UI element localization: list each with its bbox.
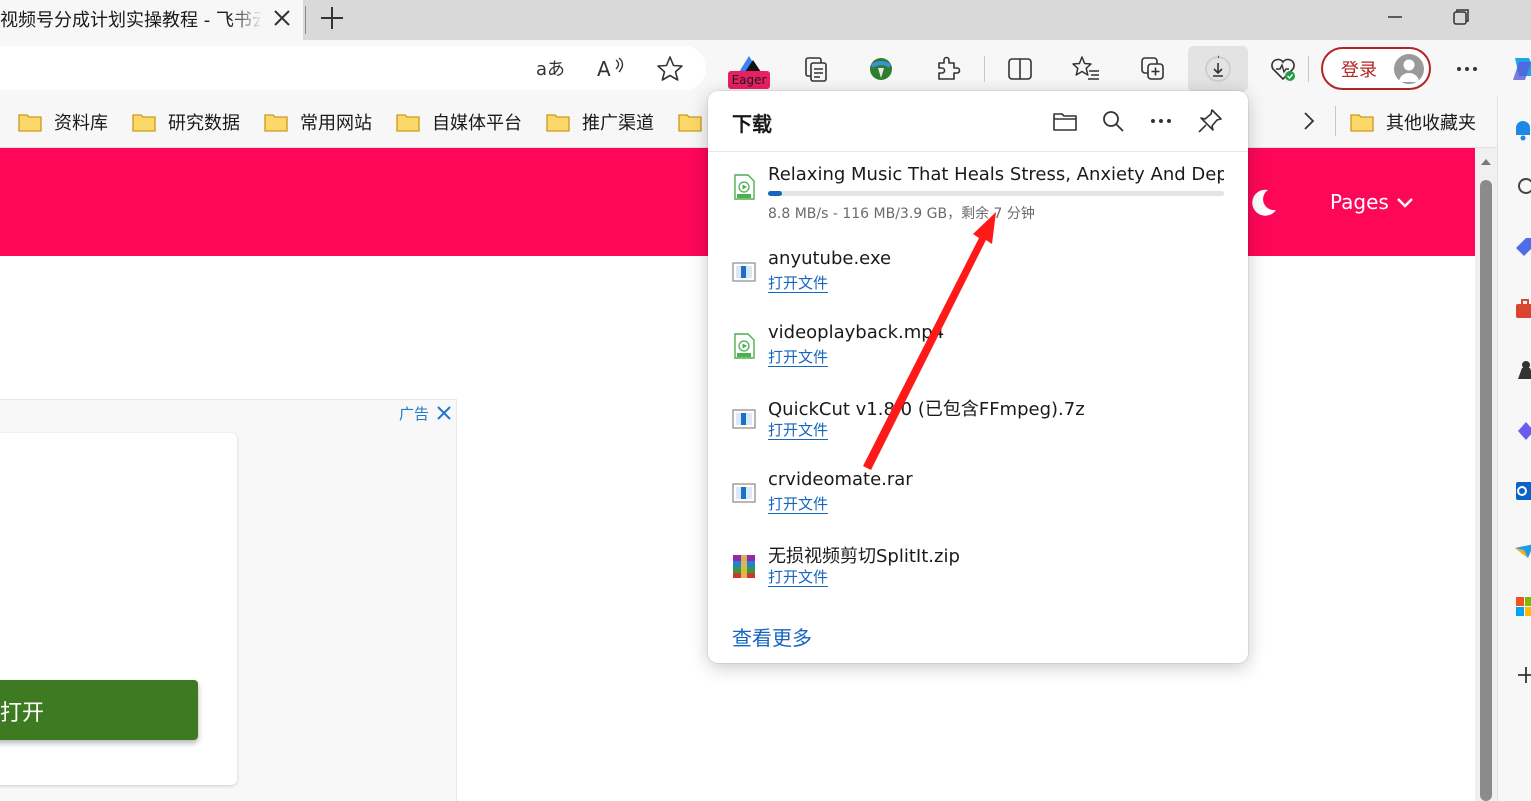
toolbar-divider [984,56,985,82]
read-aloud-translate-icon[interactable]: aあ [535,54,565,84]
minimize-icon[interactable] [1384,6,1406,28]
folder-icon [678,114,702,132]
toolbar-divider [1308,56,1309,82]
nav-pages[interactable]: Pages [1330,190,1389,214]
search-icon[interactable] [1099,107,1127,135]
tools-icon[interactable] [1512,296,1531,322]
bookmark-label: 资料库 [54,113,108,134]
windows-apps-icon[interactable] [1512,594,1531,620]
tab-title: 视频号分成计划实操教程 - 飞书云文档 [0,10,262,31]
search-icon[interactable] [1512,175,1531,201]
close-icon[interactable] [270,6,294,30]
open-file-link[interactable]: 打开文件 [768,421,829,440]
more-options-icon[interactable] [1147,107,1175,135]
video-file-icon [734,333,755,359]
microsoft-365-icon[interactable] [1512,418,1531,444]
avatar[interactable] [1394,54,1424,84]
open-file-link[interactable]: 打开文件 [768,495,829,514]
user-icon [1399,59,1419,82]
edge-sidebar [1497,96,1531,801]
download-icon [1205,55,1231,82]
favorites-icon[interactable] [1071,54,1101,84]
copilot-icon[interactable] [1509,52,1531,82]
extension-badge: Eager [728,71,770,89]
bookmarks-divider [1335,106,1336,136]
add-icon[interactable] [1512,662,1531,688]
panel-divider [708,151,1248,152]
bookmark-folder-4[interactable]: 自媒体平台 [396,108,522,136]
bookmark-folder-3[interactable]: 常用网站 [264,108,372,136]
downloads-title: 下载 [732,112,772,136]
scroll-up-icon[interactable] [1479,155,1493,169]
video-file-icon [734,174,755,200]
bookmark-label: 常用网站 [300,113,372,134]
drop-icon[interactable] [1512,538,1531,564]
download-filename[interactable]: Relaxing Music That Heals Stress, Anxiet… [768,164,1224,185]
archive-icon [733,555,755,578]
outlook-icon[interactable] [1512,478,1531,504]
folder-icon [1350,114,1374,132]
read-aloud-icon[interactable]: A [596,54,626,84]
extensions-puzzle-icon[interactable] [932,54,962,84]
folder-icon [396,114,420,132]
other-favorites-folder[interactable]: 其他收藏夹 [1350,108,1476,136]
bookmark-folder-1[interactable]: 资料库 [18,108,108,136]
split-screen-icon[interactable] [1005,54,1035,84]
open-file-link[interactable]: 打开文件 [768,274,829,293]
download-filename[interactable]: videoplayback.mp4 [768,322,944,343]
svg-text:aあ: aあ [536,59,565,80]
folder-icon [18,114,42,132]
bookmark-label: 自媒体平台 [432,113,522,134]
shopping-tag-icon[interactable] [1512,235,1531,261]
download-filename[interactable]: QuickCut v1.8.0 (已包含FFmpeg).7z [768,395,1085,421]
download-filename[interactable]: 无损视频剪切SplitIt.zip [768,542,960,568]
idm-extension-icon[interactable] [866,54,896,84]
moon-icon[interactable] [1246,186,1280,220]
login-label: 登录 [1341,60,1377,81]
ad-open-label: 打开 [0,701,45,726]
bookmark-label: 其他收藏夹 [1386,113,1476,134]
chevron-right-icon[interactable] [1298,108,1320,134]
pin-icon[interactable] [1196,107,1224,135]
download-filename[interactable]: anyutube.exe [768,248,891,269]
scroll-thumb[interactable] [1480,180,1492,801]
add-collection-icon[interactable] [1138,54,1168,84]
favorite-star-icon[interactable] [655,54,685,84]
svg-text:A: A [597,57,611,81]
ad-label: 广告 [399,405,430,423]
bookmark-folder-5[interactable]: 推广渠道 [546,108,654,136]
more-menu-icon[interactable] [1452,54,1482,84]
folder-icon [546,114,570,132]
open-file-link[interactable]: 打开文件 [768,348,829,367]
download-filename[interactable]: crvideomate.rar [768,469,913,490]
see-more-link[interactable]: 查看更多 [732,622,812,651]
browser-essentials-icon[interactable] [1268,54,1298,84]
games-icon[interactable] [1512,357,1531,383]
tab-divider [305,6,306,34]
chevron-down-icon[interactable] [1394,192,1416,214]
bookmark-label: 推广渠道 [582,113,654,134]
bookmark-label: 研究数据 [168,113,240,134]
file-icon [732,409,756,429]
download-status: 8.8 MB/s - 116 MB/3.9 GB，剩余 7 分钟 [768,206,1035,222]
file-icon [732,262,756,282]
open-file-link[interactable]: 打开文件 [768,568,829,587]
ad-close-icon[interactable] [435,404,453,422]
file-icon [732,483,756,503]
download-progress-bar [768,191,1224,196]
folder-icon [264,114,288,132]
new-tab-icon[interactable] [318,4,346,32]
tab-active[interactable]: 视频号分成计划实操教程 - 飞书云文档 [0,0,303,40]
download-progress-fill [768,191,782,196]
bookmark-folder-2[interactable]: 研究数据 [132,108,240,136]
bell-icon[interactable] [1512,118,1531,144]
restore-icon[interactable] [1450,6,1472,28]
open-folder-icon[interactable] [1051,107,1079,135]
collections-icon[interactable] [801,54,831,84]
folder-icon [132,114,156,132]
